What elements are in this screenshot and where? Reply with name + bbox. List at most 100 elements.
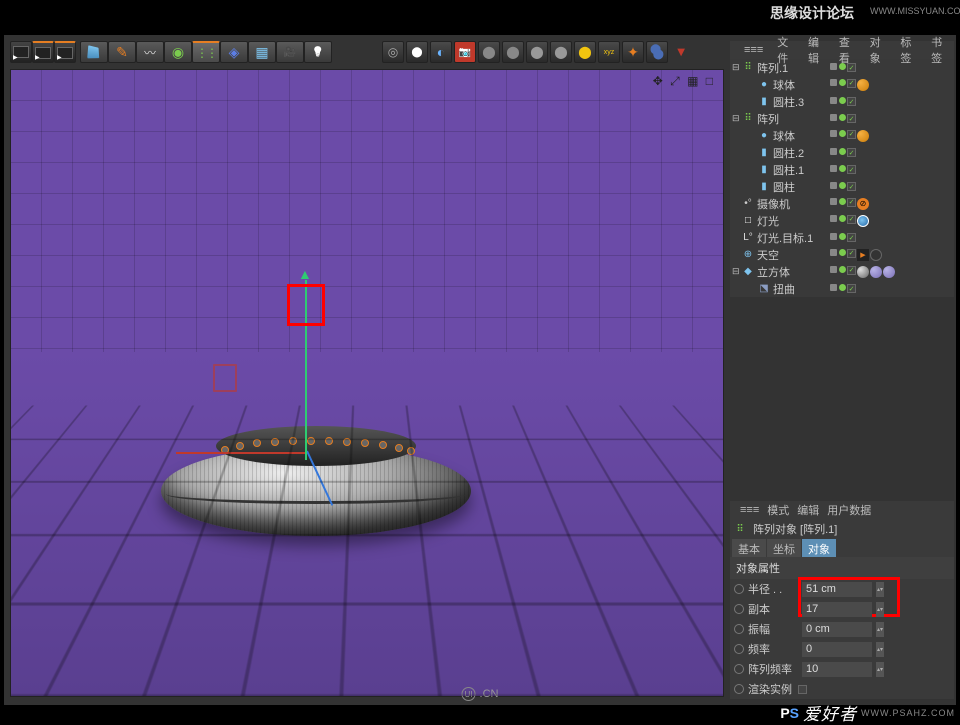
array-button[interactable] (192, 41, 220, 63)
visibility-dots[interactable] (830, 79, 846, 91)
attribute-field-render-instance[interactable]: 渲染实例 (730, 679, 954, 699)
spline-tool-button[interactable] (136, 41, 164, 63)
object-row[interactable]: ⊟⠿阵列✓ (730, 110, 954, 127)
enable-checkbox[interactable]: ✓ (847, 284, 856, 293)
attribute-tab[interactable]: 基本 (732, 539, 766, 557)
enable-checkbox[interactable]: ✓ (847, 215, 856, 224)
object-row[interactable]: ▮圆柱.3✓ (730, 93, 954, 110)
enable-checkbox[interactable]: ✓ (847, 249, 856, 258)
pen-tool-button[interactable] (108, 41, 136, 63)
enable-checkbox[interactable]: ✓ (847, 198, 856, 207)
field-input[interactable] (802, 642, 872, 657)
expand-icon[interactable]: ⊟ (732, 266, 742, 277)
visibility-dots[interactable] (830, 165, 846, 174)
enable-checkbox[interactable]: ✓ (847, 148, 856, 157)
viewport-perspective[interactable]: ✥ ⤢ ▦ □ (10, 69, 724, 697)
field-input[interactable] (802, 582, 872, 597)
material-sphere4-button[interactable] (550, 41, 572, 63)
render-settings-button[interactable] (454, 41, 476, 63)
object-row[interactable]: ⊕天空✓▶ (730, 246, 954, 263)
attribute-tab[interactable]: 坐标 (767, 539, 801, 557)
spinner-icon[interactable]: ▴▾ (876, 642, 884, 657)
camera-button[interactable] (276, 41, 304, 63)
enable-checkbox[interactable]: ✓ (847, 114, 856, 123)
xyz-button[interactable] (598, 41, 620, 63)
object-tree[interactable]: ⊟⠿阵列.1✓●球体✓▮圆柱.3✓⊟⠿阵列✓●球体✓▮圆柱.2✓▮圆柱.1✓▮圆… (730, 59, 954, 297)
material-tag-icon[interactable] (870, 266, 882, 278)
obj-menu-grip[interactable]: ≡≡≡ (738, 44, 769, 56)
material-sphere3-button[interactable] (526, 41, 548, 63)
visibility-dots[interactable] (830, 97, 846, 106)
field-input[interactable] (802, 602, 872, 617)
dropdown-indicator[interactable] (670, 41, 692, 63)
enable-checkbox[interactable]: ✓ (847, 63, 856, 72)
object-row[interactable]: ⊟◆立方体✓ (730, 263, 954, 280)
expand-icon[interactable]: ⊟ (732, 62, 742, 73)
material-sphere2-button[interactable] (502, 41, 524, 63)
gizmo-plane[interactable] (213, 364, 237, 392)
material-tag-icon[interactable] (857, 79, 869, 91)
spinner-icon[interactable]: ▴▾ (876, 582, 884, 597)
deformer-button[interactable] (220, 41, 248, 63)
object-row[interactable]: ●球体✓ (730, 127, 954, 144)
disable-tag-icon[interactable]: ⊘ (857, 198, 869, 210)
visibility-dots[interactable] (830, 249, 846, 261)
axis-x-gizmo[interactable] (176, 452, 306, 454)
checkbox[interactable] (798, 685, 807, 694)
target-tag-icon[interactable] (857, 215, 869, 227)
visibility-dots[interactable] (830, 114, 846, 123)
spinner-icon[interactable]: ▴▾ (876, 662, 884, 677)
render-view-button[interactable] (406, 41, 428, 63)
material-tag-icon[interactable] (857, 266, 869, 278)
render-target-button[interactable] (382, 41, 404, 63)
attribute-tab[interactable]: 对象 (802, 539, 836, 557)
anim-tag-icon[interactable]: ▶ (857, 249, 869, 261)
object-row[interactable]: ⬔扭曲✓ (730, 280, 954, 297)
field-input[interactable] (802, 662, 872, 677)
enable-checkbox[interactable]: ✓ (847, 79, 856, 88)
visibility-dots[interactable] (830, 63, 846, 72)
visibility-dots[interactable] (830, 148, 846, 157)
visibility-dots[interactable] (830, 182, 846, 191)
visibility-dots[interactable] (830, 233, 846, 242)
ufo-model[interactable] (161, 426, 471, 546)
object-row[interactable]: ▮圆柱.2✓ (730, 144, 954, 161)
field-input[interactable] (802, 622, 872, 637)
coord-button[interactable] (574, 41, 596, 63)
enable-checkbox[interactable]: ✓ (847, 130, 856, 139)
light-button[interactable] (304, 41, 332, 63)
object-row[interactable]: □灯光✓ (730, 212, 954, 229)
enable-checkbox[interactable]: ✓ (847, 182, 856, 191)
visibility-dots[interactable] (830, 215, 846, 227)
enable-checkbox[interactable]: ✓ (847, 165, 856, 174)
object-row[interactable]: •°摄像机✓⊘ (730, 195, 954, 212)
visibility-dots[interactable] (830, 198, 846, 210)
spinner-icon[interactable]: ▴▾ (876, 602, 884, 617)
undo-button[interactable] (10, 41, 32, 63)
cube-primitive-button[interactable] (80, 41, 108, 63)
attr-menu-mode[interactable]: 模式 (767, 502, 789, 518)
object-row[interactable]: ●球体✓ (730, 76, 954, 93)
visibility-dots[interactable] (830, 284, 846, 293)
spinner-icon[interactable]: ▴▾ (876, 622, 884, 637)
anim-button[interactable] (54, 41, 76, 63)
floor-button[interactable] (248, 41, 276, 63)
material-sphere1-button[interactable] (478, 41, 500, 63)
visibility-dots[interactable] (830, 266, 846, 278)
snap-button[interactable] (622, 41, 644, 63)
expand-icon[interactable]: ⊟ (732, 113, 742, 124)
nurbs-button[interactable] (164, 41, 192, 63)
redo-button[interactable] (32, 41, 54, 63)
enable-checkbox[interactable]: ✓ (847, 97, 856, 106)
material-tag-icon[interactable] (857, 130, 869, 142)
object-row[interactable]: ▮圆柱✓ (730, 178, 954, 195)
attr-menu-userdata[interactable]: 用户数据 (827, 502, 871, 518)
material-tag-icon[interactable] (870, 249, 882, 261)
render-region-button[interactable] (430, 41, 452, 63)
attr-menu-grip[interactable]: ≡≡≡ (740, 504, 759, 516)
visibility-dots[interactable] (830, 130, 846, 142)
enable-checkbox[interactable]: ✓ (847, 233, 856, 242)
dynamics-button[interactable] (646, 41, 668, 63)
object-row[interactable]: ▮圆柱.1✓ (730, 161, 954, 178)
enable-checkbox[interactable]: ✓ (847, 266, 856, 275)
